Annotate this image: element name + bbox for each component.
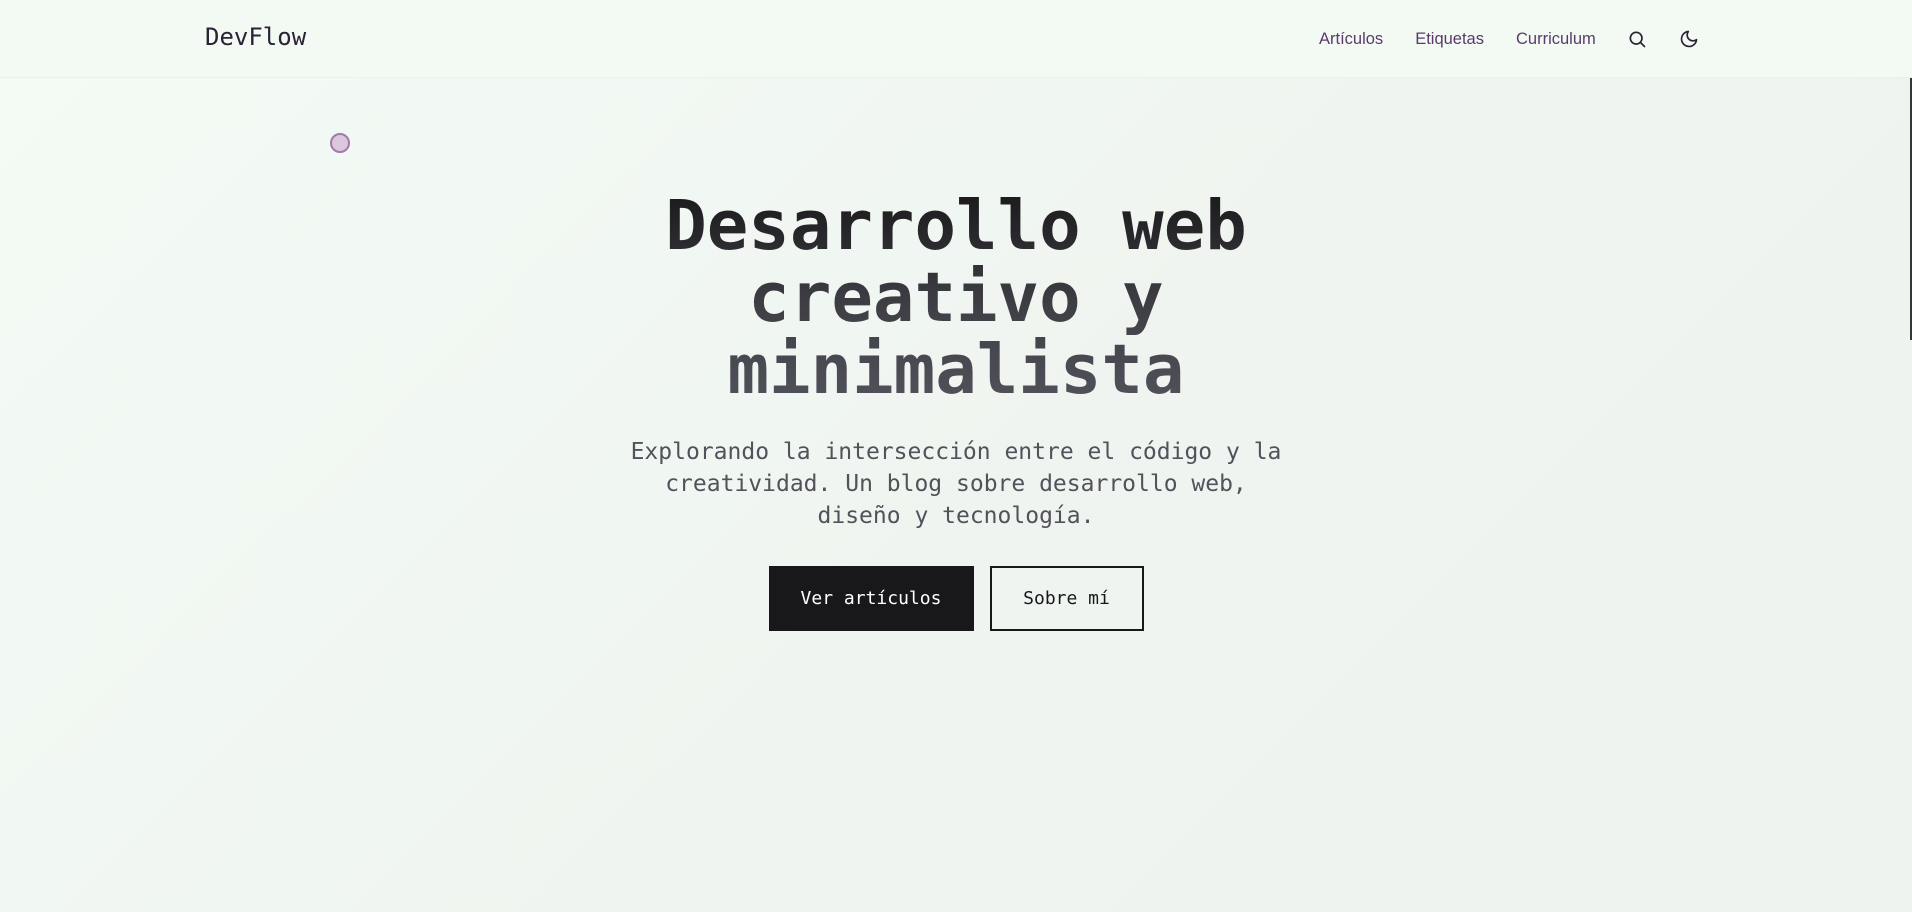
- site-logo[interactable]: DevFlow: [205, 23, 306, 51]
- about-me-button[interactable]: Sobre mí: [989, 566, 1144, 631]
- hero-buttons: Ver artículos Sobre mí: [0, 566, 1912, 631]
- nav-link-curriculum[interactable]: Curriculum: [1516, 30, 1596, 49]
- hero-title: Desarrollo web creativo y minimalista: [576, 190, 1336, 406]
- main-nav: Artículos Etiquetas Curriculum: [1319, 27, 1700, 51]
- search-icon[interactable]: [1626, 28, 1648, 50]
- hero-subtitle-line-3: diseño y tecnología.: [817, 503, 1095, 529]
- hero-subtitle-line-2: creatividad. Un blog sobre desarrollo we…: [665, 471, 1247, 497]
- moon-icon[interactable]: [1678, 28, 1700, 50]
- site-header: DevFlow Artículos Etiquetas Curriculum: [0, 0, 1912, 78]
- view-articles-button[interactable]: Ver artículos: [768, 566, 974, 631]
- hero-subtitle-line-1: Explorando la intersección entre el códi…: [630, 439, 1282, 465]
- nav-link-articulos[interactable]: Artículos: [1319, 30, 1383, 49]
- hero-title-line-1: Desarrollo web: [665, 186, 1247, 266]
- hero-subtitle: Explorando la intersección entre el códi…: [606, 436, 1306, 532]
- hero-title-line-2: creativo y: [748, 258, 1164, 338]
- hero-title-line-3: minimalista: [727, 330, 1185, 410]
- hero-section: Desarrollo web creativo y minimalista Ex…: [0, 190, 1912, 631]
- nav-link-etiquetas[interactable]: Etiquetas: [1415, 30, 1484, 49]
- cursor-indicator: [330, 133, 350, 153]
